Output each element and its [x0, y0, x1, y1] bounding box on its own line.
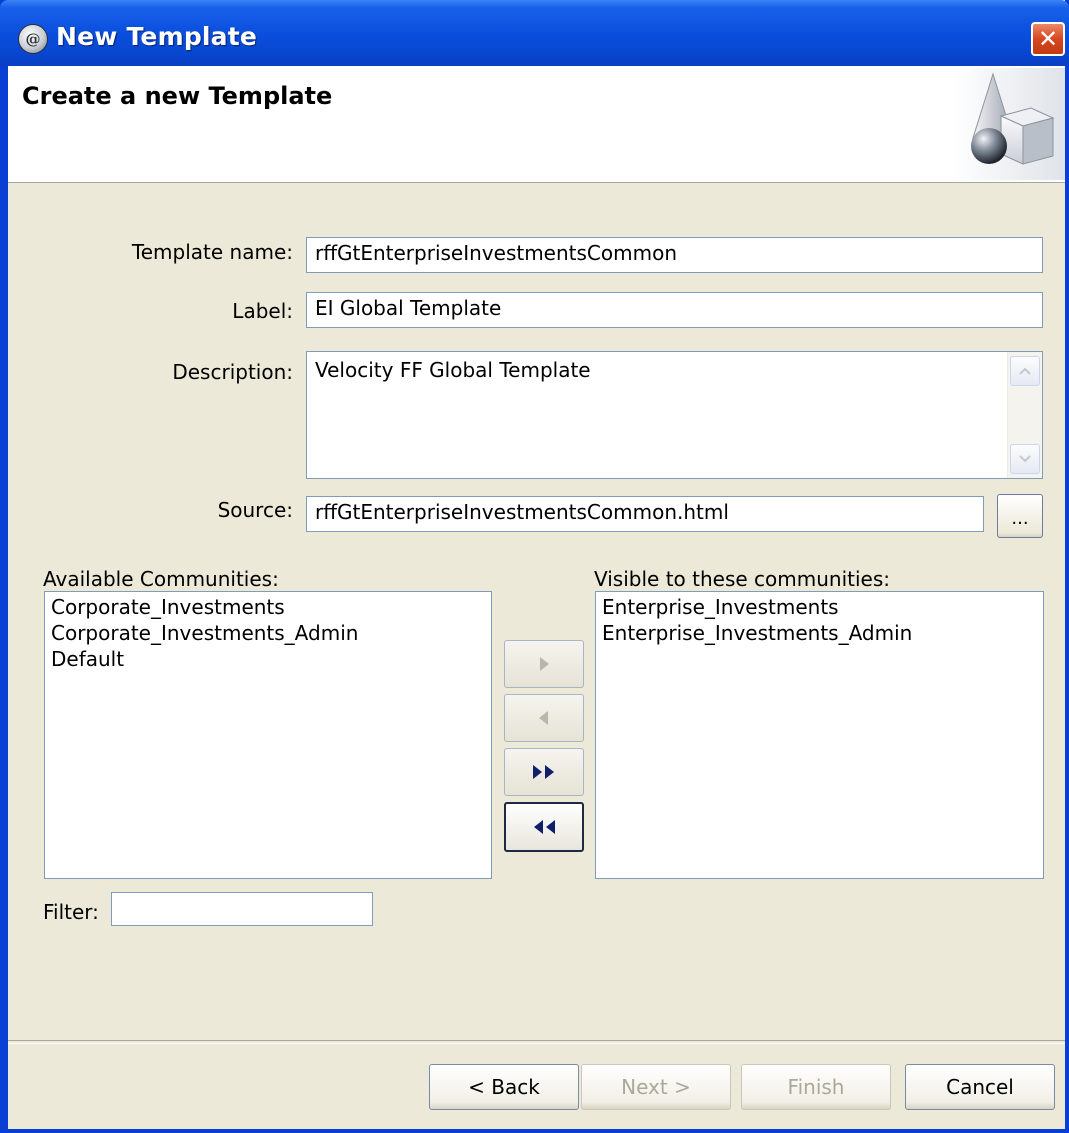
list-item[interactable]: Default [47, 646, 489, 672]
filter-label: Filter: [43, 900, 99, 924]
visible-communities-heading: Visible to these communities: [594, 567, 890, 591]
list-item[interactable]: Corporate_Investments [47, 594, 489, 620]
remove-all-button[interactable] [504, 802, 584, 852]
template-name-label: Template name: [131, 240, 293, 264]
footer-divider [8, 1040, 1065, 1044]
label-label: Label: [232, 299, 293, 323]
back-button[interactable]: < Back [429, 1064, 579, 1110]
double-arrow-right-icon [533, 765, 554, 779]
close-button[interactable]: ✕ [1031, 22, 1065, 56]
scroll-down-button[interactable] [1010, 444, 1040, 474]
visible-communities-list[interactable]: Enterprise_Investments Enterprise_Invest… [595, 591, 1044, 879]
wizard-banner: Create a new Template [8, 66, 1065, 183]
template-name-field[interactable]: rffGtEnterpriseInvestmentsCommon [306, 237, 1043, 273]
app-icon: @ [18, 24, 48, 54]
title-bar[interactable]: @ New Template ✕ [0, 0, 1069, 66]
shapes-wizard-icon [953, 68, 1065, 180]
page-title: Create a new Template [22, 82, 333, 110]
list-item[interactable]: Corporate_Investments_Admin [47, 620, 489, 646]
remove-selected-button[interactable] [504, 694, 584, 742]
source-field[interactable]: rffGtEnterpriseInvestmentsCommon.html [306, 496, 984, 532]
available-communities-list[interactable]: Corporate_Investments Corporate_Investme… [44, 591, 492, 879]
list-item[interactable]: Enterprise_Investments_Admin [598, 620, 1041, 646]
chevron-down-icon [1019, 455, 1031, 463]
scroll-up-button[interactable] [1010, 356, 1040, 386]
next-button[interactable]: Next > [581, 1064, 731, 1110]
label-field[interactable]: EI Global Template [306, 292, 1043, 328]
add-selected-button[interactable] [504, 640, 584, 688]
description-field[interactable]: Velocity FF Global Template [306, 351, 1043, 479]
arrow-left-icon [539, 711, 548, 725]
description-label: Description: [172, 360, 293, 384]
filter-field[interactable] [111, 892, 373, 926]
window-title: New Template [56, 22, 258, 51]
close-icon: ✕ [1037, 25, 1059, 53]
cancel-button[interactable]: Cancel [905, 1064, 1055, 1110]
description-scrollbar[interactable] [1007, 352, 1042, 478]
add-all-button[interactable] [504, 748, 584, 796]
new-template-dialog: @ New Template ✕ Create a new Template T… [0, 0, 1069, 1133]
finish-button[interactable]: Finish [741, 1064, 891, 1110]
double-arrow-left-icon [534, 820, 555, 834]
arrow-right-icon [540, 657, 549, 671]
available-communities-heading: Available Communities: [43, 567, 279, 591]
browse-button[interactable]: ... [997, 494, 1043, 538]
description-text: Velocity FF Global Template [315, 358, 591, 382]
chevron-up-icon [1019, 367, 1031, 375]
source-label: Source: [217, 498, 293, 522]
list-item[interactable]: Enterprise_Investments [598, 594, 1041, 620]
